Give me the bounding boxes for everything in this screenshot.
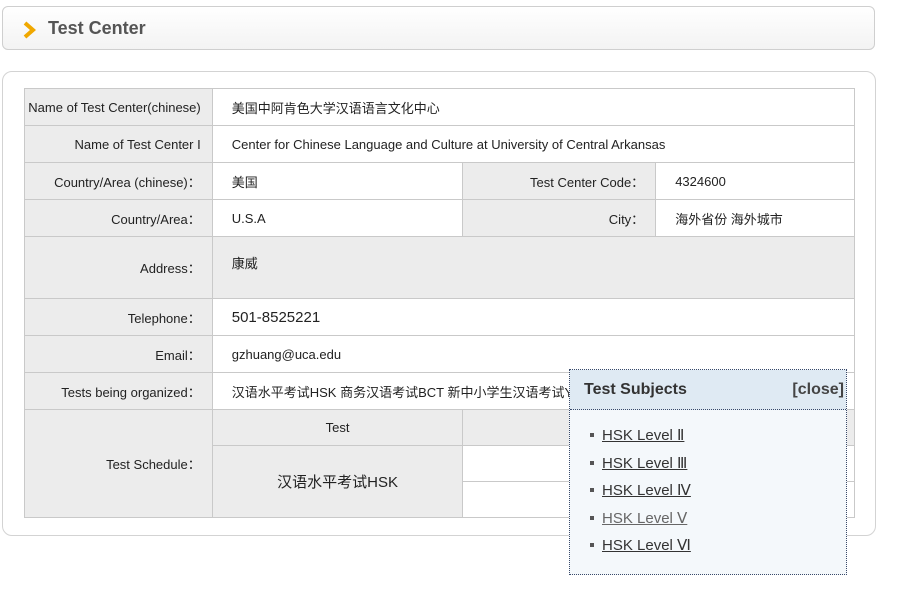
code-value: 4324600	[655, 162, 855, 200]
country-label: Country/Area：	[24, 199, 213, 237]
name-label: Name of Test Center I	[24, 125, 213, 163]
subject-link-hsk-3[interactable]: HSK Level Ⅲ	[602, 455, 687, 472]
address-label: Address：	[24, 236, 213, 299]
subject-item: HSK Level Ⅳ	[590, 481, 691, 509]
subject-link-hsk-2[interactable]: HSK Level Ⅱ	[602, 427, 684, 444]
bullet-icon	[590, 543, 594, 547]
subject-item: HSK Level Ⅵ	[590, 536, 691, 564]
name-value: Center for Chinese Language and Culture …	[211, 125, 856, 163]
subject-list: HSK Level Ⅱ HSK Level Ⅲ HSK Level Ⅳ HSK …	[590, 426, 691, 564]
name-cn-label: Name of Test Center(chinese)	[24, 88, 213, 126]
country-cn-value: 美国	[211, 162, 464, 200]
bullet-icon	[590, 515, 594, 520]
subject-link-hsk-5[interactable]: HSK Level Ⅴ	[602, 510, 687, 527]
subject-item: HSK Level Ⅲ	[590, 454, 691, 482]
city-value: 海外省份 海外城市	[655, 199, 855, 237]
subject-link-hsk-6[interactable]: HSK Level Ⅵ	[602, 537, 691, 554]
bullet-icon	[590, 488, 594, 492]
subject-item: HSK Level Ⅱ	[590, 426, 691, 454]
page-title: Test Center	[48, 18, 146, 38]
tests-label: Tests being organized：	[24, 372, 213, 410]
schedule-test-value: 汉语水平考试HSK	[211, 445, 464, 518]
popup-title: Test Subjects	[584, 381, 687, 398]
code-label: Test Center Code：	[462, 162, 657, 200]
country-value: U.S.A	[211, 199, 464, 237]
subject-item: HSK Level Ⅴ	[590, 509, 691, 537]
schedule-col-test: Test	[211, 409, 464, 446]
email-label: Email：	[24, 335, 213, 373]
bullet-icon	[590, 433, 594, 437]
telephone-label: Telephone：	[24, 298, 213, 336]
chevron-right-icon	[23, 21, 36, 39]
name-cn-value: 美国中阿肯色大学汉语语言文化中心	[211, 88, 856, 126]
section-header: Test Center	[2, 6, 875, 50]
subject-link-hsk-4[interactable]: HSK Level Ⅳ	[602, 482, 691, 499]
country-cn-label: Country/Area (chinese)：	[24, 162, 213, 200]
address-value: 康威	[211, 236, 856, 299]
popup-close-button[interactable]: [close]	[792, 381, 844, 399]
email-value: gzhuang@uca.edu	[211, 335, 856, 373]
telephone-value: 501-8525221	[211, 298, 856, 336]
bullet-icon	[590, 460, 594, 465]
test-subjects-popup: Test Subjects [close] HSK Level Ⅱ HSK Le…	[569, 369, 847, 575]
popup-header: Test Subjects [close]	[570, 370, 846, 410]
schedule-label: Test Schedule：	[24, 409, 213, 518]
city-label: City：	[462, 199, 657, 237]
